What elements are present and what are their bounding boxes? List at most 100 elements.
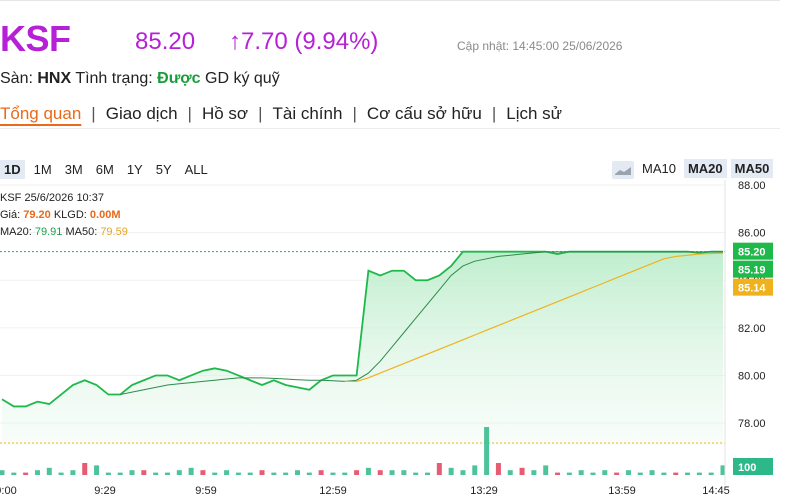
volume-bar	[685, 472, 691, 475]
tab-history[interactable]: Lịch sử	[506, 104, 562, 123]
ma20-button[interactable]: MA20	[683, 159, 727, 178]
volume-bar	[696, 472, 702, 475]
status-text: GD ký quỹ	[205, 70, 280, 87]
y-tick-label: 82.00	[738, 323, 766, 335]
price-change: ↑7.70 (9.94%)	[229, 28, 379, 55]
volume-bar	[117, 472, 123, 475]
tooltip-ma50-label: MA50:	[65, 226, 98, 238]
volume-bar	[708, 472, 714, 475]
volume-bar	[661, 472, 667, 475]
ma10-button[interactable]: MA10	[638, 159, 680, 178]
volume-bar	[34, 470, 40, 475]
volume-bar	[11, 472, 17, 475]
range-3m-button[interactable]: 3M	[61, 160, 87, 179]
tooltip-volume-label: KLGD:	[53, 209, 87, 221]
tooltip-price-label: Giá:	[0, 209, 21, 221]
volume-bar	[330, 472, 336, 475]
volume-bar	[436, 463, 442, 475]
volume-bar	[105, 472, 111, 475]
tab-trading[interactable]: Giao dịch	[106, 104, 178, 123]
volume-bar	[176, 470, 182, 475]
volume-bar	[460, 470, 466, 475]
tab-financials[interactable]: Tài chính	[273, 104, 343, 123]
volume-bar	[413, 472, 419, 475]
volume-bar	[129, 470, 135, 475]
volume-bar	[448, 467, 454, 475]
x-tick-label: 13:59	[608, 485, 636, 497]
tooltip-price-line: Giá: 79.20 KLGD: 0.00M	[0, 207, 128, 224]
volume-bar	[401, 470, 407, 475]
tab-separator: |	[352, 104, 357, 123]
volume-bar	[342, 472, 348, 475]
x-tick-label: 12:59	[319, 485, 347, 497]
volume-bar	[153, 472, 159, 475]
x-tick-label: 9:00	[0, 485, 17, 497]
ma20-tag-label: 85.19	[738, 265, 766, 277]
range-6m-button[interactable]: 6M	[92, 160, 118, 179]
tab-profile[interactable]: Hồ sơ	[202, 104, 248, 123]
tab-separator: |	[187, 104, 192, 123]
volume-bar	[200, 470, 206, 475]
volume-bar	[614, 472, 620, 475]
y-tick-label: 88.00	[738, 180, 766, 192]
tab-ownership[interactable]: Cơ cấu sở hữu	[367, 104, 482, 123]
volume-bar	[531, 470, 537, 475]
volume-bar	[507, 470, 513, 475]
range-1m-button[interactable]: 1M	[30, 160, 56, 179]
volume-bar	[354, 470, 360, 475]
volume-bar	[0, 470, 5, 475]
range-5y-button[interactable]: 5Y	[152, 160, 176, 179]
tooltip-info: KSF 25/6/2026 10:37 Giá: 79.20 KLGD: 0.0…	[0, 190, 128, 241]
volume-bar	[294, 470, 300, 475]
range-1y-button[interactable]: 1Y	[123, 160, 147, 179]
price-tag-label: 85.20	[738, 247, 766, 259]
volume-bar	[590, 472, 596, 475]
tab-separator: |	[258, 104, 263, 123]
volume-bar	[23, 472, 29, 475]
volume-bar	[283, 472, 289, 475]
range-1d-button[interactable]: 1D	[0, 160, 25, 179]
exchange-info: Sàn: HNX Tình trạng: Được GD ký quỹ	[0, 70, 280, 88]
tooltip-ma20-label: MA20:	[0, 226, 32, 238]
volume-bar	[188, 467, 194, 475]
volume-bar	[224, 470, 230, 475]
x-tick-label: 9:29	[94, 485, 115, 497]
ma-controls: MA10 MA20 MA50	[612, 159, 774, 179]
area-chart-icon[interactable]	[612, 160, 634, 179]
volume-bar	[365, 467, 371, 475]
volume-bar	[247, 472, 253, 475]
tooltip-ma20-value: 79.91	[34, 226, 63, 238]
tab-divider	[0, 128, 780, 129]
volume-bar	[673, 472, 679, 475]
ma50-tag-label: 85.14	[738, 283, 766, 295]
range-all-button[interactable]: ALL	[181, 160, 212, 179]
ma50-button[interactable]: MA50	[730, 159, 774, 178]
volume-bar	[259, 470, 265, 475]
volume-bar	[271, 472, 277, 475]
volume-bar	[625, 470, 631, 475]
x-tick-label: 14:45	[702, 485, 730, 497]
volume-bar	[318, 470, 324, 475]
y-tick-label: 80.00	[738, 370, 766, 382]
volume-bar	[141, 470, 147, 475]
volume-bar	[306, 472, 312, 475]
volume-tag-label: 100	[738, 462, 756, 474]
tooltip-ma-line: MA20: 79.91 MA50: 79.59	[0, 224, 128, 241]
volume-bar	[212, 472, 218, 475]
y-tick-label: 78.00	[738, 418, 766, 430]
volume-bar	[649, 470, 655, 475]
volume-bar	[94, 465, 100, 475]
volume-bar	[46, 467, 52, 475]
x-tick-label: 9:59	[195, 485, 216, 497]
volume-bar	[566, 472, 572, 475]
volume-bar	[555, 472, 561, 475]
y-tick-label: 86.00	[738, 228, 766, 240]
ticker-symbol: KSF	[0, 18, 71, 59]
volume-bar	[519, 467, 525, 475]
tab-bar: Tổng quan | Giao dịch | Hồ sơ | Tài chính | Cơ c…	[0, 104, 562, 124]
volume-bar	[425, 472, 431, 475]
volume-bar	[389, 470, 395, 475]
volume-bar	[235, 472, 241, 475]
x-tick-label: 13:29	[470, 485, 498, 497]
tab-overview[interactable]: Tổng quan	[0, 104, 81, 123]
